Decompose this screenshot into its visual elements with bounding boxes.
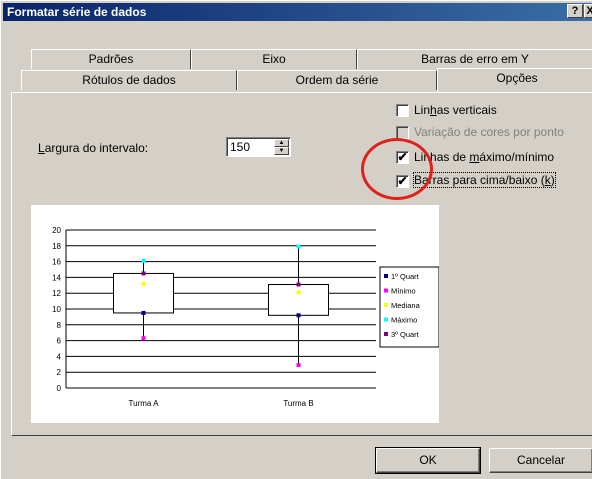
tab-rotulos-de-dados[interactable]: Rótulos de dados <box>21 70 237 90</box>
tab-padroes[interactable]: Padrões <box>31 49 191 69</box>
legend-label: Máximo <box>391 316 417 325</box>
x-tick-label: Turma A <box>129 399 160 408</box>
y-tick-label: 12 <box>52 289 61 298</box>
y-tick-label: 10 <box>52 305 61 314</box>
label-largura-intervalo: Largura do intervalo: <box>38 141 149 155</box>
data-point <box>141 271 146 276</box>
data-point <box>296 363 301 368</box>
legend-marker <box>384 274 388 278</box>
data-point <box>141 310 146 315</box>
close-button[interactable]: X <box>584 4 592 18</box>
format-data-series-dialog: Formatar série de dados ? X Padrões Eixo… <box>0 0 592 479</box>
data-point <box>296 282 301 287</box>
stock-chart: 0 2 4 6 8 10 12 14 16 18 20 Turma A Turma B 1º Quart M… <box>52 226 440 408</box>
legend-marker <box>384 317 388 322</box>
y-tick-label: 16 <box>52 258 61 267</box>
tab-eixo[interactable]: Eixo <box>191 49 357 69</box>
y-tick-label: 14 <box>52 273 61 282</box>
title-bar: Formatar série de dados <box>3 3 592 21</box>
x-tick-label: Turma B <box>283 399 313 408</box>
y-tick-label: 4 <box>57 352 62 361</box>
data-point <box>141 336 146 341</box>
cancel-button[interactable]: Cancelar <box>489 448 592 473</box>
legend-label: 1º Quart <box>391 272 420 281</box>
legend-label: Mediana <box>391 301 421 310</box>
chart-preview: 0 2 4 6 8 10 12 14 16 18 20 Turma A Turma B 1º Quart M… <box>31 205 440 423</box>
y-tick-label: 6 <box>57 337 62 346</box>
data-point <box>296 290 301 295</box>
gap-width-spinner[interactable]: 150 ▲ ▼ <box>226 137 291 157</box>
window-title: Formatar série de dados <box>7 5 147 19</box>
data-point <box>141 258 146 263</box>
label-linhas-max-min[interactable]: Linhas de máximo/mínimo <box>414 150 554 164</box>
spin-down-icon[interactable]: ▼ <box>274 147 289 155</box>
y-tick-label: 18 <box>52 242 61 251</box>
tab-barras-de-erro-y[interactable]: Barras de erro em Y <box>357 49 592 69</box>
label-barras-cima-baixo[interactable]: Barras para cima/baixo (k) <box>413 172 556 188</box>
gap-width-value: 150 <box>230 140 251 154</box>
legend-marker <box>384 303 388 307</box>
data-point <box>296 244 301 249</box>
y-tick-label: 8 <box>57 321 62 330</box>
up-down-bar <box>113 272 174 314</box>
legend-label: Mínimo <box>391 287 416 296</box>
data-point <box>141 281 146 286</box>
data-point <box>296 313 301 318</box>
spin-up-icon[interactable]: ▲ <box>274 139 289 147</box>
y-tick-label: 2 <box>57 368 62 377</box>
label-variacao-cores: Variação de cores por ponto <box>414 125 564 139</box>
y-tick-label: 20 <box>52 226 61 235</box>
checkbox-linhas-verticais[interactable] <box>396 104 409 117</box>
red-highlight-circle <box>361 138 433 200</box>
help-button[interactable]: ? <box>567 4 583 18</box>
label-linhas-verticais[interactable]: Linhas verticais <box>414 103 497 117</box>
legend-marker <box>384 288 388 293</box>
up-down-bar <box>268 284 329 316</box>
tab-ordem-da-serie[interactable]: Ordem da série <box>237 70 437 90</box>
y-tick-label: 0 <box>57 384 62 393</box>
tab-opcoes[interactable]: Opções <box>437 68 592 92</box>
legend-label: 3º Quart <box>391 330 420 339</box>
ok-button[interactable]: OK <box>375 447 481 474</box>
legend-marker <box>384 332 388 336</box>
